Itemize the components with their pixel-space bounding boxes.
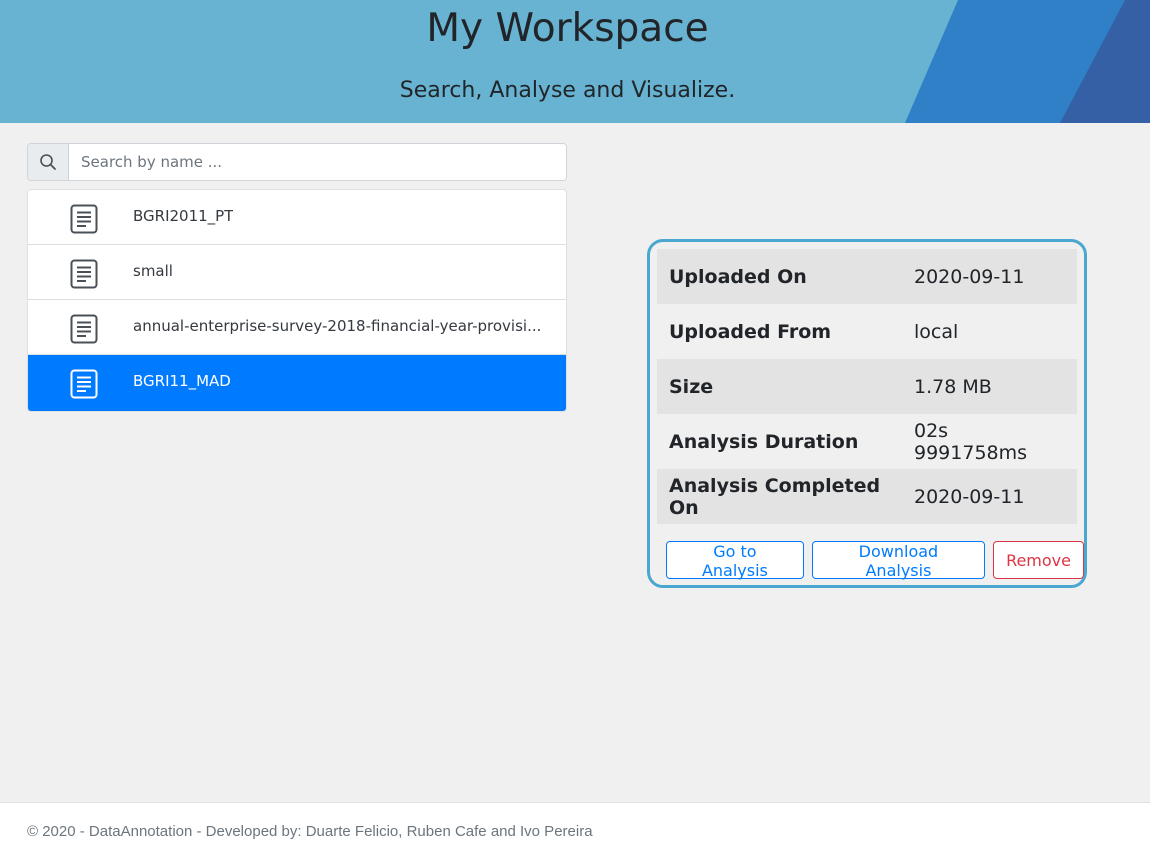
search-icon [40, 154, 56, 170]
file-list-item[interactable]: BGRI2011_PT [28, 190, 566, 245]
detail-value: 2020-09-11 [902, 249, 1077, 304]
file-list-item-active[interactable]: BGRI11_MAD [28, 355, 566, 411]
detail-label: Analysis Duration [669, 430, 859, 453]
go-to-analysis-button[interactable]: Go to Analysis [666, 541, 804, 580]
remove-button[interactable]: Remove [993, 541, 1084, 579]
table-row: Analysis Duration 02s 9991758ms [657, 414, 1077, 469]
detail-label: Uploaded From [669, 320, 832, 343]
footer: © 2020 - DataAnnotation - Developed by: … [0, 802, 1150, 863]
file-text-icon [70, 369, 98, 399]
detail-value: local [914, 320, 959, 343]
file-name: BGRI11_MAD [133, 372, 231, 390]
page-subtitle: Search, Analyse and Visualize. [399, 78, 736, 103]
detail-value: 02s 9991758ms [914, 419, 1028, 464]
detail-label: Uploaded On [657, 249, 902, 304]
search-input[interactable] [69, 144, 566, 180]
footer-credits: © 2020 - DataAnnotation - Developed by: … [27, 823, 593, 840]
file-text-icon [70, 314, 98, 344]
table-row: Size 1.78 MB [657, 359, 1077, 414]
detail-label: Size [657, 359, 902, 414]
detail-value: 2020-09-11 [902, 469, 1077, 524]
file-text-icon [70, 204, 98, 234]
file-name: annual-enterprise-survey-2018-financial-… [133, 317, 542, 335]
details-actions: Go to Analysis Download Analysis Remove [666, 541, 1084, 580]
table-row: Uploaded From local [657, 304, 1077, 359]
details-table: Uploaded On 2020-09-11 Uploaded From loc… [657, 249, 1077, 524]
header-banner: My Workspace Search, Analyse and Visuali… [0, 0, 1150, 123]
file-details-card: Uploaded On 2020-09-11 Uploaded From loc… [647, 239, 1087, 588]
file-text-icon [70, 259, 98, 289]
page-title: My Workspace [426, 6, 709, 51]
search-addon [28, 144, 69, 180]
download-analysis-button[interactable]: Download Analysis [811, 541, 986, 580]
file-list: BGRI2011_PT small annual-enterprise-surv… [27, 189, 567, 412]
file-list-item[interactable]: annual-enterprise-survey-2018-financial-… [28, 300, 566, 355]
file-name: BGRI2011_PT [133, 207, 234, 225]
file-list-item[interactable]: small [28, 245, 566, 300]
search-group [27, 143, 567, 181]
detail-value: 1.78 MB [902, 359, 1077, 414]
detail-label: Analysis Completed On [657, 469, 902, 524]
table-row: Uploaded On 2020-09-11 [657, 249, 1077, 304]
file-name: small [133, 262, 173, 280]
table-row: Analysis Completed On 2020-09-11 [657, 469, 1077, 524]
